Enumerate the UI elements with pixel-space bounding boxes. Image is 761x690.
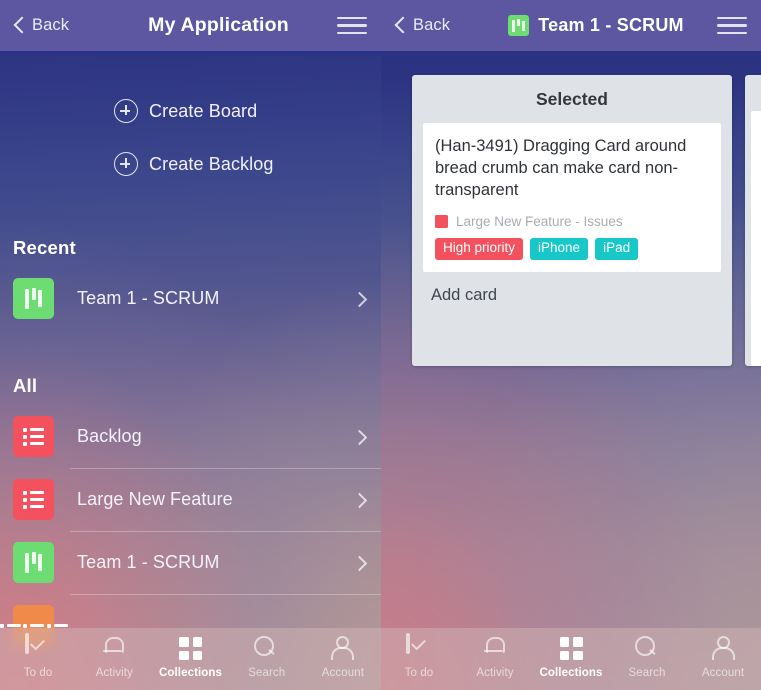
chevron-left-icon bbox=[14, 16, 25, 35]
tab-collections[interactable]: Collections bbox=[533, 635, 609, 679]
section-title-recent: Recent bbox=[13, 237, 76, 258]
card-origin: Large New Feature - Issues bbox=[435, 214, 709, 229]
card-tags: High priority iPhone iPad bbox=[435, 238, 709, 261]
tab-label: To do bbox=[23, 667, 53, 679]
right-back-button[interactable]: Back bbox=[395, 16, 481, 35]
right-hamburger-icon[interactable] bbox=[717, 16, 747, 35]
chevron-right-icon bbox=[354, 494, 363, 506]
plus-circle-icon bbox=[114, 99, 138, 123]
bell-icon bbox=[101, 635, 128, 662]
board-icon bbox=[13, 542, 54, 583]
tab-label: Activity bbox=[476, 667, 514, 679]
left-back-button[interactable]: Back bbox=[14, 16, 100, 35]
tab-label: Account bbox=[701, 667, 745, 679]
person-icon bbox=[329, 635, 356, 662]
list-item[interactable]: Backlog bbox=[0, 405, 381, 468]
plus-circle-icon bbox=[114, 152, 138, 176]
tab-label: Account bbox=[321, 667, 365, 679]
tab-search[interactable]: Search bbox=[229, 635, 305, 679]
chevron-right-icon bbox=[354, 293, 363, 305]
tab-search[interactable]: Search bbox=[609, 635, 685, 679]
grid-icon bbox=[177, 635, 204, 662]
board-column-next-partial[interactable] bbox=[745, 75, 761, 366]
right-header-strip bbox=[381, 51, 761, 56]
left-back-label: Back bbox=[32, 16, 70, 34]
chevron-right-icon bbox=[354, 431, 363, 443]
column-title: Selected bbox=[536, 89, 608, 109]
tab-label: To do bbox=[404, 667, 434, 679]
checkbox-icon bbox=[24, 633, 52, 662]
tab-activity[interactable]: Activity bbox=[76, 635, 152, 679]
right-page-title: Team 1 - SCRUM bbox=[481, 15, 717, 36]
right-tabbar: To do Activity Collections Search Accoun… bbox=[381, 628, 761, 690]
tab-account[interactable]: Account bbox=[685, 635, 761, 679]
list-item[interactable]: Large New Feature bbox=[0, 468, 381, 531]
create-board-label: Create Board bbox=[149, 100, 258, 121]
app-screen: Back My Application Create Board Create … bbox=[0, 0, 761, 690]
board-column-selected: Selected (Han-3491) Dragging Card around… bbox=[412, 75, 732, 366]
search-icon bbox=[253, 635, 280, 662]
bell-icon bbox=[482, 635, 509, 662]
board-icon bbox=[508, 15, 530, 36]
tab-account[interactable]: Account bbox=[305, 635, 381, 679]
left-header-strip bbox=[0, 51, 381, 56]
origin-swatch-icon bbox=[435, 215, 448, 229]
tab-label: Collections bbox=[539, 667, 603, 679]
right-panel: Back Team 1 - SCRUM Selected (Han-3491) … bbox=[381, 0, 761, 690]
left-tabbar: To do Activity Collections Search Accoun… bbox=[0, 628, 381, 690]
board-area: Selected (Han-3491) Dragging Card around… bbox=[381, 56, 761, 366]
list-item[interactable]: Team 1 - SCRUM bbox=[0, 267, 381, 330]
create-board-button[interactable]: Create Board bbox=[0, 90, 381, 132]
create-backlog-button[interactable]: Create Backlog bbox=[0, 143, 381, 185]
person-icon bbox=[710, 635, 737, 662]
tab-todo[interactable]: To do bbox=[0, 633, 76, 679]
left-body: Create Board Create Backlog Recent Team … bbox=[0, 90, 381, 657]
section-title-all: All bbox=[13, 375, 38, 396]
left-header: Back My Application bbox=[0, 0, 381, 51]
recent-list: Team 1 - SCRUM bbox=[0, 267, 381, 330]
board-card[interactable]: (Han-3491) Dragging Card around bread cr… bbox=[423, 123, 721, 273]
search-icon bbox=[634, 635, 661, 662]
tab-label: Activity bbox=[95, 667, 133, 679]
tab-label: Collections bbox=[158, 667, 223, 679]
create-backlog-label: Create Backlog bbox=[149, 153, 274, 174]
list-item-label: Backlog bbox=[77, 426, 142, 446]
left-panel: Back My Application Create Board Create … bbox=[0, 0, 381, 690]
chevron-left-icon bbox=[395, 16, 406, 35]
tab-collections[interactable]: Collections bbox=[152, 635, 228, 679]
backlog-icon bbox=[13, 479, 54, 520]
tab-todo[interactable]: To do bbox=[381, 633, 457, 679]
right-header: Back Team 1 - SCRUM bbox=[381, 0, 761, 51]
left-page-title: My Application bbox=[148, 14, 289, 36]
backlog-icon bbox=[13, 416, 54, 457]
list-item-label: Team 1 - SCRUM bbox=[77, 288, 220, 308]
list-item-label: Large New Feature bbox=[77, 489, 233, 509]
left-hamburger-icon[interactable] bbox=[337, 16, 367, 35]
checkbox-icon bbox=[405, 633, 433, 662]
status-badge: iPhone bbox=[530, 238, 589, 261]
all-list: Backlog Large New Feature Team 1 - SCRUM bbox=[0, 405, 381, 657]
tab-label: Search bbox=[628, 667, 666, 679]
chevron-right-icon bbox=[354, 557, 363, 569]
card-origin-label: Large New Feature - Issues bbox=[456, 214, 623, 230]
card-title: (Han-3491) Dragging Card around bread cr… bbox=[435, 137, 687, 199]
right-back-label: Back bbox=[413, 16, 451, 34]
list-item-label: Team 1 - SCRUM bbox=[77, 552, 220, 572]
list-item[interactable]: Team 1 - SCRUM bbox=[0, 531, 381, 594]
right-title-text: Team 1 - SCRUM bbox=[538, 15, 684, 35]
tab-label: Search bbox=[248, 667, 286, 679]
grid-icon bbox=[558, 635, 585, 662]
status-badge: iPad bbox=[595, 238, 639, 261]
tab-activity[interactable]: Activity bbox=[457, 635, 533, 679]
status-badge: High priority bbox=[435, 238, 524, 261]
partial-card bbox=[751, 111, 761, 366]
add-card-button[interactable]: Add card bbox=[412, 272, 732, 320]
board-icon bbox=[13, 278, 54, 319]
